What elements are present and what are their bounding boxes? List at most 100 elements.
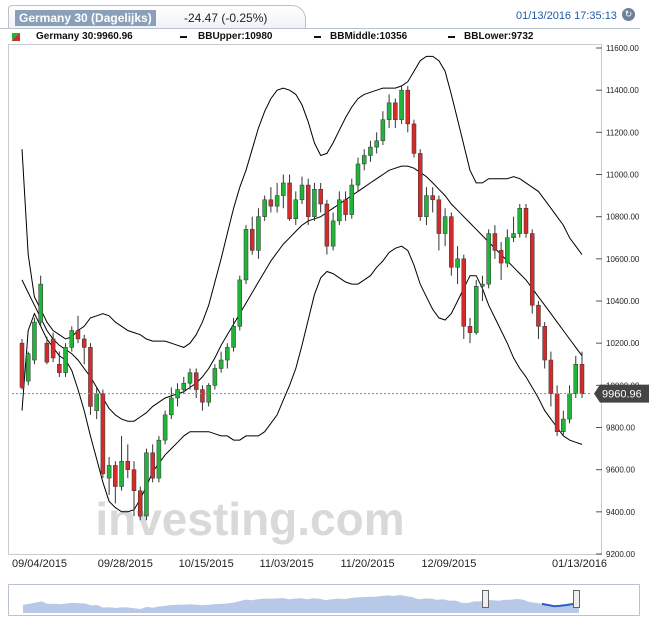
y-tick-label: 10600.00: [606, 255, 640, 264]
y-tick-label: 11000.00: [606, 171, 639, 180]
y-tick-label: 11200.00: [606, 128, 639, 137]
candle-up: [505, 237, 510, 264]
candle-down: [19, 342, 25, 388]
y-tick-label: 10800.00: [606, 213, 640, 222]
candle-up: [349, 184, 355, 215]
candle-up: [38, 283, 43, 323]
candle-down: [131, 469, 137, 491]
candle-down: [75, 330, 81, 340]
last-price-label: 9960.96: [602, 389, 642, 401]
x-tick-label: 12/09/2015: [421, 558, 477, 570]
candle-up: [274, 195, 280, 207]
candle-down: [529, 233, 535, 306]
candle-up: [380, 119, 386, 142]
candle-up: [212, 368, 218, 386]
candle-up: [355, 163, 361, 186]
candle-down: [100, 393, 106, 475]
candle-up: [187, 372, 193, 384]
candle-up: [218, 359, 224, 369]
candle-down: [449, 216, 454, 268]
last-price-marker: 9960.96: [12, 384, 649, 403]
candle-down: [137, 490, 143, 517]
candle-up: [262, 199, 267, 217]
candle-down: [461, 258, 467, 327]
candle-up: [293, 199, 299, 220]
candle-down: [44, 342, 50, 363]
candle-up: [567, 393, 572, 420]
candle-up: [361, 155, 367, 165]
candle-down: [405, 89, 411, 125]
candle-up: [330, 220, 336, 247]
x-tick-label: 11/03/2015: [259, 558, 314, 570]
candle-up: [281, 182, 286, 196]
candle-down: [200, 389, 205, 403]
candle-up: [386, 102, 392, 120]
candle-down: [50, 338, 56, 359]
candle-down: [57, 364, 62, 373]
candle-down: [492, 233, 498, 251]
candle-up: [231, 326, 236, 348]
y-tick-label: 10200.00: [606, 339, 640, 348]
candle-down: [393, 102, 398, 120]
y-tick-label: 10400.00: [606, 297, 640, 306]
y-tick-label: 9600.00: [606, 466, 635, 475]
y-tick-label: 9800.00: [606, 424, 635, 433]
candle-up: [181, 382, 187, 390]
candle-down: [542, 326, 547, 361]
navigator-preview: [23, 595, 580, 613]
candle-down: [536, 304, 541, 327]
candle-down: [305, 184, 311, 217]
x-tick-label: 11/20/2015: [340, 558, 395, 570]
x-tick-label: 01/13/2016: [552, 558, 608, 570]
y-tick-label: 9400.00: [606, 508, 635, 517]
candle-down: [193, 372, 199, 390]
candle-up: [312, 189, 317, 217]
candle-up: [106, 465, 112, 479]
candle-down: [417, 153, 423, 217]
candle-down: [318, 189, 323, 205]
x-axis: 09/04/2015 09/28/2015 10/15/2015 11/03/2015…: [8, 556, 640, 572]
y-tick-label: 11600.00: [606, 44, 639, 53]
candle-up: [368, 146, 373, 156]
candle-up: [256, 216, 261, 251]
candle-down: [249, 229, 255, 251]
candle-up: [511, 233, 516, 239]
candle-up: [399, 89, 404, 120]
candle-down: [523, 207, 529, 234]
candle-up: [337, 199, 342, 222]
range-navigator[interactable]: [8, 584, 640, 616]
band-bbmiddle: [21, 165, 583, 422]
y-tick-label: 11400.00: [606, 86, 639, 95]
candle-down: [548, 359, 554, 395]
candle-up: [442, 216, 448, 234]
x-tick-label: 09/04/2015: [12, 558, 68, 570]
x-tick-label: 09/28/2015: [97, 558, 153, 570]
candle-down: [579, 364, 585, 395]
candle-up: [374, 140, 379, 148]
y-axis: 11600.00 11400.00 11200.00 11000.00 10800.00…: [596, 44, 640, 559]
candle-down: [268, 199, 274, 207]
candle-down: [287, 182, 292, 220]
band-bblower: [21, 245, 583, 513]
candle-down: [81, 338, 87, 348]
bollinger-bands: [21, 55, 583, 513]
candle-down: [343, 199, 348, 215]
candle-up: [424, 195, 429, 217]
candle-up: [144, 452, 149, 517]
candle-up: [225, 347, 230, 361]
candle-down: [467, 326, 473, 333]
candle-up: [573, 364, 579, 395]
candle-up: [243, 229, 249, 281]
candle-up: [25, 353, 31, 382]
candlestick-chart[interactable]: 11600.00 11400.00 11200.00 11000.00 10800.00…: [0, 0, 650, 560]
candle-up: [69, 330, 75, 348]
candle-down: [88, 347, 93, 407]
candle-up: [162, 414, 168, 441]
candle-down: [430, 195, 435, 201]
navigator-right-handle[interactable]: [573, 590, 580, 608]
navigator-left-handle[interactable]: [482, 590, 489, 608]
candle-up: [480, 283, 485, 287]
candle-up: [299, 184, 305, 201]
candle-up: [517, 207, 523, 234]
candle-up: [455, 258, 460, 268]
